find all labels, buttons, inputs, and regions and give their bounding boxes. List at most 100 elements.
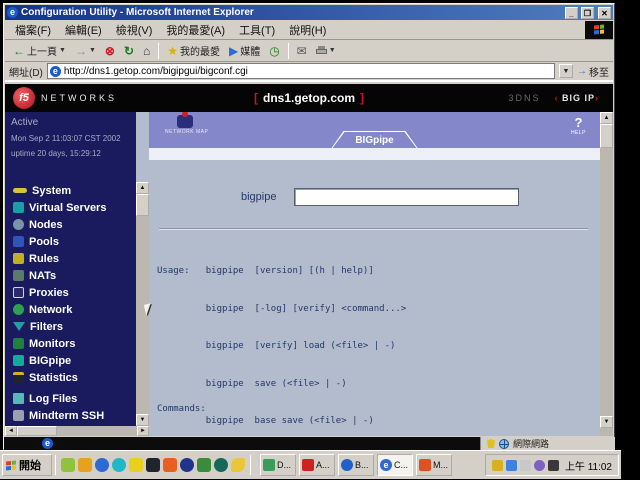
refresh-icon: ↻: [123, 43, 134, 58]
refresh-button[interactable]: ↻: [120, 43, 138, 59]
tray-icon-3[interactable]: [519, 459, 531, 471]
address-label: 網址(D): [9, 67, 43, 79]
network-map-button[interactable]: NETWORK MAP: [165, 112, 208, 135]
quicklaunch-icon-4[interactable]: [112, 458, 126, 472]
bigpipe-command-input[interactable]: [294, 188, 519, 206]
taskbar-separator: [250, 455, 251, 475]
sidebar-item-label: NATs: [29, 269, 57, 282]
quicklaunch-icon-1[interactable]: [61, 458, 75, 472]
tab-bigpipe[interactable]: BIGpipe: [331, 131, 418, 148]
scroll-down-icon[interactable]: ▼: [600, 416, 613, 428]
media-icon: ▶: [229, 43, 239, 58]
scroll-up-icon[interactable]: ▲: [600, 112, 613, 124]
f5-networks-wordmark: NETWORKS: [41, 93, 118, 103]
task-button-2[interactable]: A...: [299, 454, 335, 476]
sidebar-item-statistics[interactable]: Statistics: [5, 369, 136, 386]
sidebar-item-filters[interactable]: Filters: [5, 318, 136, 335]
quicklaunch-icon-5[interactable]: [129, 458, 143, 472]
sidebar-item-label: Proxies: [29, 286, 69, 299]
sidebar-item-log-files[interactable]: Log Files: [5, 390, 136, 407]
app-icon: [419, 459, 431, 471]
help-button[interactable]: ? HELP: [571, 115, 586, 136]
menu-favorites[interactable]: 我的最愛(A): [160, 20, 231, 40]
stop-button[interactable]: ⊗: [101, 43, 119, 59]
link-3dns[interactable]: 3DNS: [508, 93, 540, 103]
mail-button[interactable]: ✉: [293, 43, 311, 59]
back-dropdown-icon[interactable]: ▼: [59, 47, 66, 54]
scroll-right-icon[interactable]: ►: [137, 426, 149, 436]
media-label: 媒體: [240, 47, 261, 58]
quicklaunch-icon-11[interactable]: [231, 458, 245, 472]
home-button[interactable]: ⌂: [139, 43, 154, 59]
scrollbar-thumb[interactable]: [136, 194, 149, 216]
address-dropdown-icon[interactable]: ▼: [559, 64, 573, 78]
menu-view[interactable]: 檢視(V): [110, 20, 159, 40]
forward-button[interactable]: → ▼: [71, 43, 100, 59]
link-bigip[interactable]: ‹ BIG IP›: [554, 93, 599, 103]
scroll-down-icon[interactable]: ▼: [136, 414, 149, 426]
forward-dropdown-icon[interactable]: ▼: [89, 47, 96, 54]
sidebar-item-proxies[interactable]: Proxies: [5, 284, 136, 301]
menu-tools[interactable]: 工具(T): [233, 20, 281, 40]
f5-logo-icon: f5: [13, 87, 35, 109]
scrollbar-thumb[interactable]: [600, 124, 613, 148]
quicklaunch-icon-7[interactable]: [163, 458, 177, 472]
toolbar-separator: [158, 42, 160, 59]
quicklaunch-ie-icon[interactable]: [95, 458, 109, 472]
tray-icon-4[interactable]: [533, 459, 545, 471]
ie-throbber-logo: [585, 20, 613, 39]
sidebar-horizontal-scrollbar[interactable]: ◄ ►: [5, 426, 149, 436]
quicklaunch-icon-9[interactable]: [197, 458, 211, 472]
history-button[interactable]: ◷: [265, 43, 283, 59]
minimize-button[interactable]: _: [565, 6, 578, 19]
task-button-5[interactable]: M...: [416, 454, 452, 476]
sidebar-item-nats[interactable]: NATs: [5, 267, 136, 284]
sidebar-item-mindterm-ssh[interactable]: Mindterm SSH: [5, 407, 136, 424]
sidebar-item-nodes[interactable]: Nodes: [5, 216, 136, 233]
navigation-sidebar: Active Mon Sep 2 11:03:07 CST 2002 uptim…: [5, 112, 136, 436]
start-button[interactable]: 開始: [2, 454, 52, 476]
scrollbar-thumb[interactable]: [17, 426, 57, 436]
print-dropdown-icon[interactable]: ▼: [329, 47, 336, 54]
back-button[interactable]: ← 上一頁 ▼: [9, 41, 70, 60]
sidebar-item-network[interactable]: Network: [5, 301, 136, 318]
scroll-up-icon[interactable]: ▲: [136, 182, 149, 194]
tray-icon-1[interactable]: [491, 459, 503, 471]
sidebar-item-pools[interactable]: Pools: [5, 233, 136, 250]
bigip-arrow-icon: ›: [595, 93, 599, 103]
tray-icon-5[interactable]: [547, 459, 559, 471]
task-button-4-active[interactable]: e C...: [377, 454, 413, 476]
sidebar-item-rules[interactable]: Rules: [5, 250, 136, 267]
main-vertical-scrollbar[interactable]: ▲ ▼: [600, 112, 613, 436]
sidebar-item-virtual-servers[interactable]: Virtual Servers: [5, 199, 136, 216]
status-active: Active: [11, 117, 39, 128]
task-button-1[interactable]: D...: [260, 454, 296, 476]
address-input[interactable]: e http://dns1.getop.com/bigipgui/bigconf…: [46, 63, 555, 79]
media-button[interactable]: ▶ 媒體: [225, 41, 264, 60]
sidebar-item-bigpipe[interactable]: BIGpipe: [5, 352, 136, 369]
home-icon: ⌂: [143, 43, 151, 58]
quicklaunch-icon-2[interactable]: [78, 458, 92, 472]
sidebar-item-system[interactable]: System: [5, 182, 136, 199]
title-bar[interactable]: e Configuration Utility - Microsoft Inte…: [5, 5, 613, 20]
menu-help[interactable]: 說明(H): [283, 20, 332, 40]
status-datetime: Mon Sep 2 11:03:07 CST 2002: [11, 134, 121, 143]
quicklaunch-icon-8[interactable]: [180, 458, 194, 472]
print-button[interactable]: ▼: [312, 44, 340, 57]
sidebar-item-monitors[interactable]: Monitors: [5, 335, 136, 352]
restore-button[interactable]: ❐: [581, 6, 594, 19]
divider: [159, 228, 588, 230]
favorites-button[interactable]: ★ 我的最愛: [163, 41, 224, 60]
quicklaunch-icon-6[interactable]: [146, 458, 160, 472]
close-button[interactable]: ✕: [598, 6, 611, 19]
task-button-3[interactable]: B...: [338, 454, 374, 476]
quicklaunch-icon-10[interactable]: [214, 458, 228, 472]
go-button[interactable]: → 移至: [577, 64, 609, 79]
help-label: HELP: [570, 130, 586, 136]
scroll-left-icon[interactable]: ◄: [5, 426, 17, 436]
menu-file[interactable]: 檔案(F): [9, 20, 57, 40]
tray-icon-2[interactable]: [505, 459, 517, 471]
sidebar-item-label: BIGpipe: [29, 354, 72, 367]
menu-edit[interactable]: 編輯(E): [59, 20, 108, 40]
sidebar-item-label: Network: [29, 303, 73, 316]
